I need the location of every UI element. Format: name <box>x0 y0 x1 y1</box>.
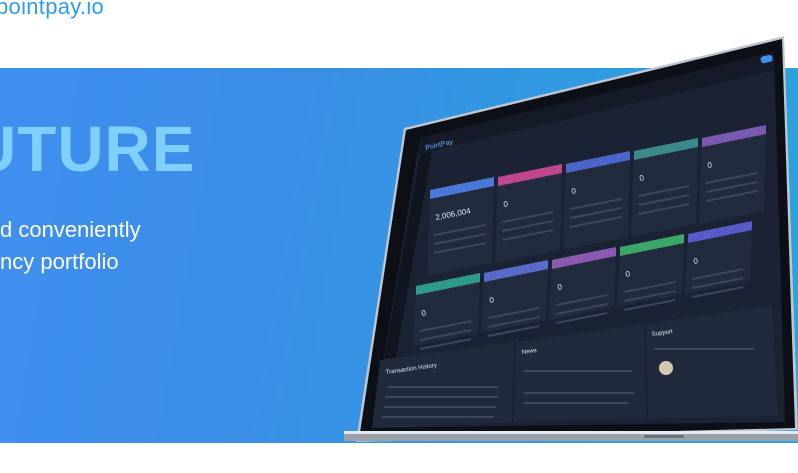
asset-card[interactable]: 2,006,004 <box>427 177 494 276</box>
nav-button <box>760 54 773 64</box>
asset-card[interactable]: 0 <box>481 260 548 337</box>
asset-card[interactable]: 0 <box>617 234 684 311</box>
asset-card[interactable]: 0 <box>685 221 752 298</box>
asset-card[interactable]: 0 <box>549 247 616 324</box>
asset-card[interactable]: 0 <box>631 138 698 237</box>
hero-title: UTURE <box>0 113 196 185</box>
support-avatar <box>659 361 673 375</box>
news-panel <box>514 324 646 422</box>
hero-subtitle-line-1: d conveniently <box>0 217 141 242</box>
laptop-base <box>344 431 798 441</box>
asset-card[interactable]: 0 <box>413 273 480 350</box>
asset-card[interactable]: 0 <box>495 164 562 263</box>
transactions-panel <box>372 342 514 428</box>
laptop-mockup: PointPay 2,006,004 0 0 0 0 00000 Transaction… <box>344 30 798 443</box>
asset-card[interactable]: 0 <box>563 151 630 250</box>
dashboard-screen: PointPay 2,006,0040000 00000 Transaction… <box>372 54 778 428</box>
asset-card[interactable]: 0 <box>699 125 766 224</box>
hero-subtitle-line-2: ncy portfolio <box>0 249 119 274</box>
dashboard-logo: PointPay <box>425 139 454 152</box>
domain-link[interactable]: pointpay.io <box>0 0 104 20</box>
